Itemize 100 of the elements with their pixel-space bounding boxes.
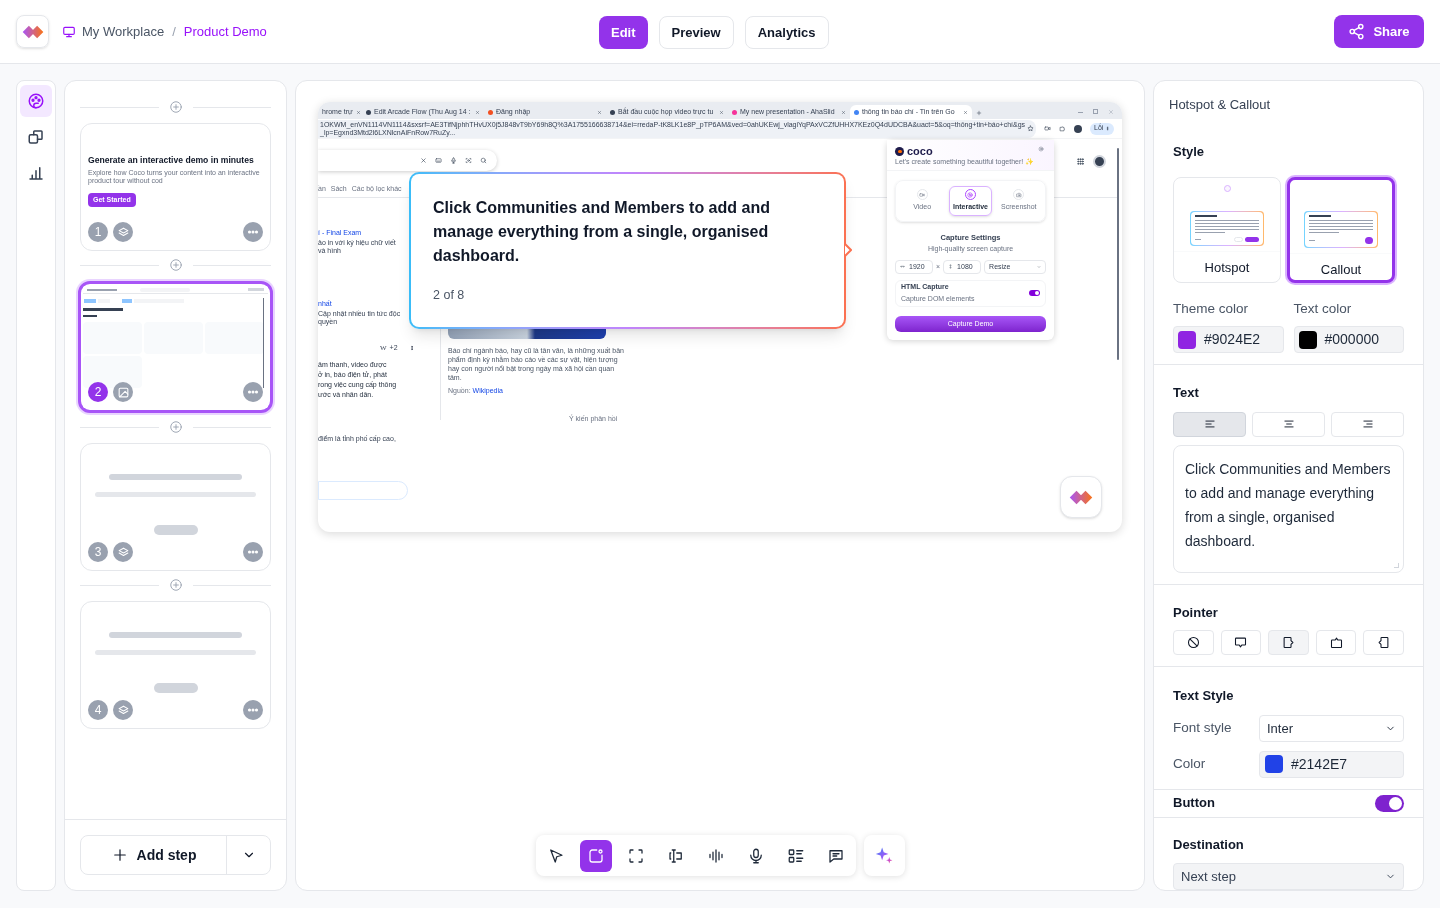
plus-circle-icon [168,258,183,272]
palette-tab[interactable] [20,85,52,117]
monitor-icon [62,24,76,39]
pointer-right-icon [1281,635,1296,651]
ai-assist-button[interactable] [863,835,905,876]
brand-name: coco [907,145,933,157]
keyboard-icon [435,157,442,164]
close-icon [1108,109,1114,115]
html-capture-toggle[interactable] [1029,290,1040,297]
textbox-icon [666,846,685,865]
section-heading: Text [1173,384,1200,403]
coco-logo-button[interactable] [1060,476,1102,518]
close-icon [597,109,602,115]
callout-text: Click Communities and Members to add and manage everything from a single, organised dashboard. [433,198,771,266]
share-button[interactable]: Share [1334,15,1424,48]
breadcrumb-link[interactable]: My Workplace [82,21,165,42]
align-right-button[interactable] [1331,411,1404,437]
more-button[interactable] [243,222,263,242]
button-toggle[interactable] [1375,794,1404,812]
favicon-icon [488,109,493,115]
new-tab-icon[interactable] [976,110,982,116]
interactive-icon [967,191,974,198]
favicon-icon [366,109,371,115]
search-box[interactable] [318,150,497,171]
logo-button[interactable] [16,15,49,48]
step-number: 1 [88,222,108,242]
logo-icon [1069,489,1093,505]
plus-circle-icon [168,100,183,114]
close-icon [355,109,361,115]
pointer-option[interactable] [1315,630,1357,656]
color-field[interactable]: #000000 [1293,326,1404,354]
video-icon [919,191,926,198]
step-number: 4 [88,700,108,720]
frame-icon [626,846,645,865]
avatar-icon[interactable] [1074,124,1082,133]
favicon-icon [610,109,615,115]
style-option[interactable]: Callout [1287,177,1395,283]
add-step-between-button[interactable] [168,100,183,114]
more-button[interactable] [243,542,263,562]
pointer-option[interactable] [1268,630,1309,656]
layers-button[interactable] [113,542,133,562]
clear-icon [420,157,427,164]
hotspot-tool[interactable] [579,839,612,872]
add-step-button[interactable]: Add step [81,836,227,874]
step-card[interactable]: 2 [78,281,273,413]
more-icon [408,345,415,352]
mode-tab[interactable]: Preview [658,16,734,49]
height-arrow-icon [948,264,954,270]
close-icon [963,109,968,115]
align-center-button[interactable] [1252,411,1325,437]
section-heading: Style [1173,142,1206,161]
more-button[interactable] [243,700,263,720]
restore-icon[interactable] [1093,109,1098,114]
coco-logo-icon [895,146,904,156]
color-field[interactable]: #2142E7 [1259,750,1404,778]
favicon-icon [732,109,737,115]
pointer-top-icon [1328,635,1344,651]
add-step-between-button[interactable] [168,578,183,592]
pointer-none-icon [1185,635,1201,651]
style-option[interactable]: Hotspot [1173,177,1281,283]
destination-select[interactable]: Next step [1173,863,1404,890]
mode-tab[interactable]: Edit [599,16,648,49]
align-left-button[interactable] [1173,411,1246,437]
plus-circle-icon [168,420,183,434]
palette-icon [27,92,45,110]
layers-button[interactable] [113,222,133,242]
add-step-between-button[interactable] [168,258,183,272]
favicon-icon [854,109,859,115]
pointer-option[interactable] [1173,630,1214,656]
plus-circle-icon [168,578,183,592]
mic-icon [450,157,457,164]
close-icon [475,109,480,115]
section-heading: Button [1173,794,1215,813]
font-select[interactable]: Inter [1259,714,1404,742]
field-label: Font style [1173,719,1233,738]
chart-icon [27,164,45,182]
star-icon [1027,125,1034,132]
pointer-left-icon [1376,635,1392,651]
layers-icon [116,703,130,717]
search-icon [480,157,487,164]
text-area[interactable]: Click Communities and Members to add and manage everything from a single, organised dashboard. [1173,444,1404,573]
image-icon [116,385,130,399]
more-icon [1105,126,1111,131]
avatar-icon[interactable] [1093,155,1106,168]
callout-card[interactable]: Click Communities and Members to add and manage everything from a single, organised dashboard. 2 of 8 [409,172,846,329]
screenshot-icon [1015,191,1022,198]
width-arrow-icon [900,264,905,270]
breadcrumb-separator: / [172,22,176,41]
color-field[interactable]: #9024E2 [1173,326,1284,354]
share-icon [1348,23,1366,40]
breadcrumb-link[interactable]: Product Demo [183,21,267,42]
scrollbar[interactable] [1117,148,1119,360]
list-icon [786,846,805,865]
pointer-option[interactable] [1220,630,1262,656]
pointer-bottom-icon [1233,635,1249,651]
layers-button[interactable] [113,700,133,720]
layers-icon [116,225,130,239]
field-label: Color [1173,755,1207,774]
add-step-between-button[interactable] [168,420,183,434]
mode-tab[interactable]: Analytics [744,16,829,49]
